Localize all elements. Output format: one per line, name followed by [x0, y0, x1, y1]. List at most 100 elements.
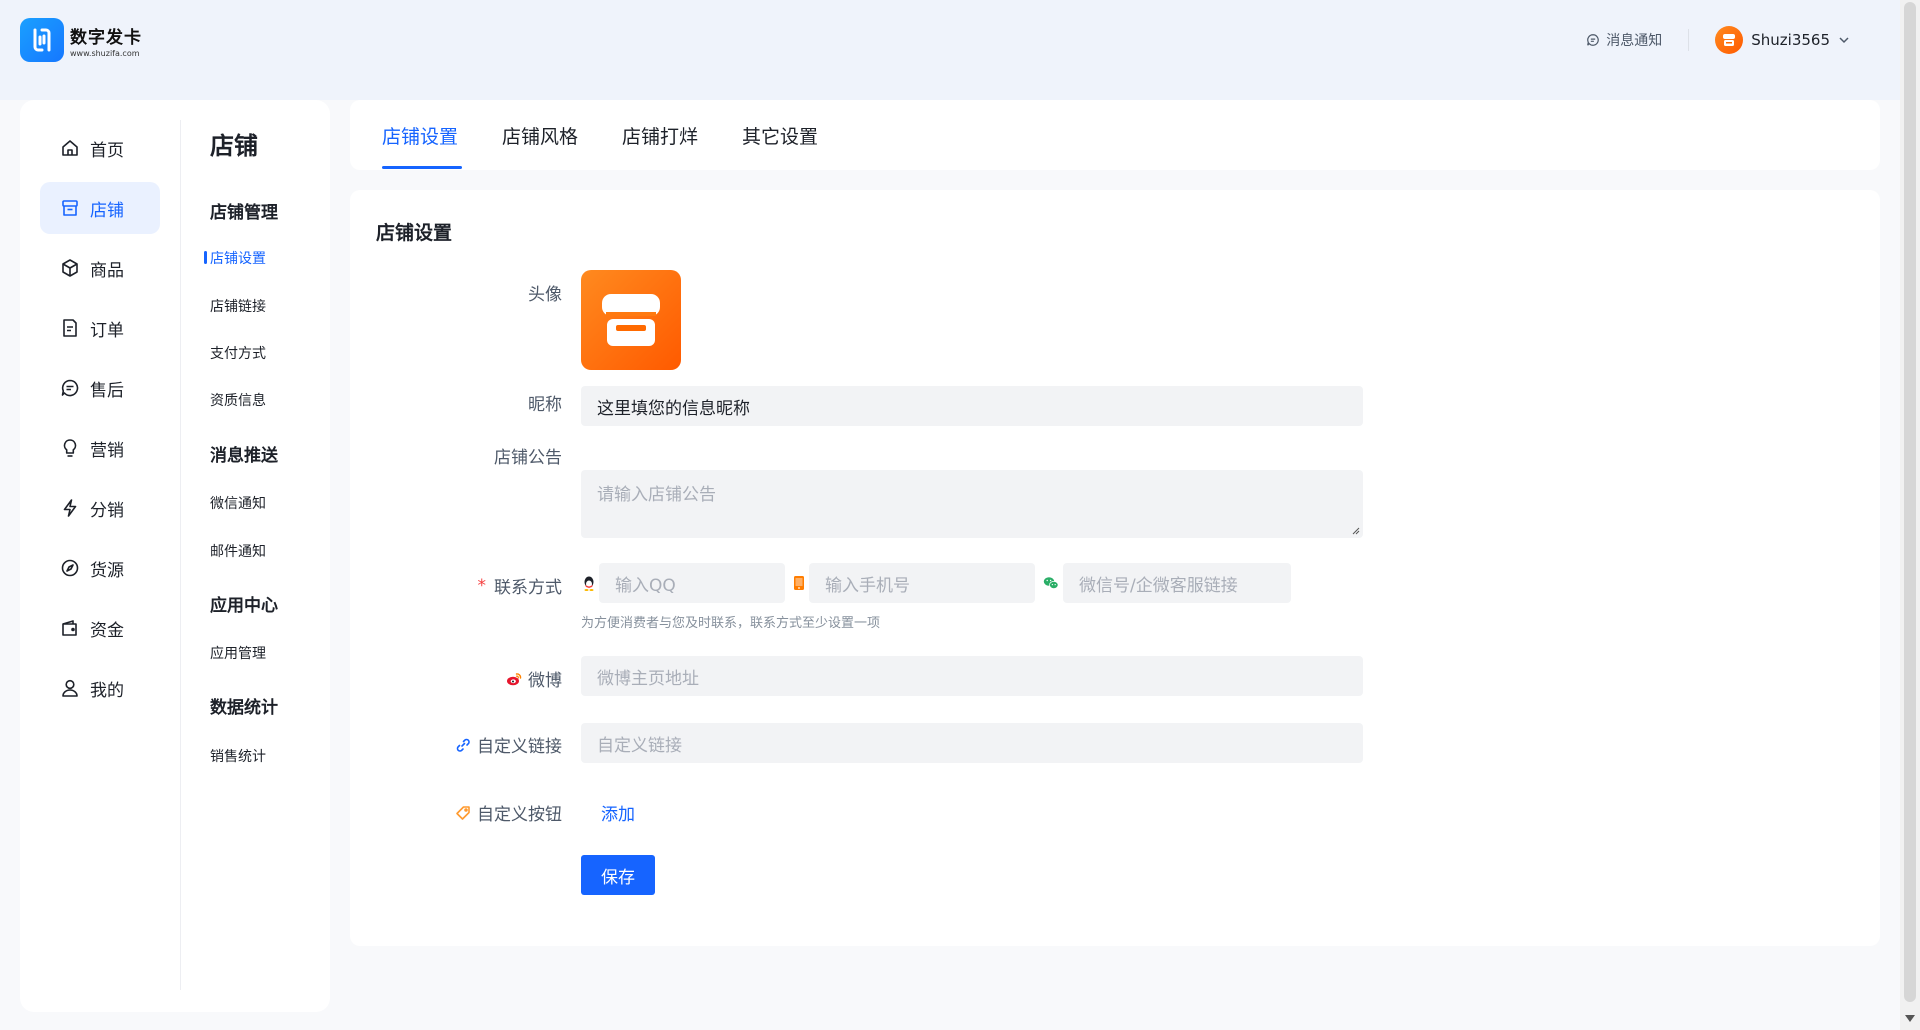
settings-tabs: 店铺设置 店铺风格 店铺打烊 其它设置 [350, 100, 1880, 170]
store-notice-placeholder: 请输入店铺公告 [597, 485, 716, 505]
nav-item-funds[interactable]: 资金 [40, 602, 160, 654]
resize-handle-icon[interactable] [1352, 527, 1360, 535]
nickname-label: 昵称 [528, 390, 562, 415]
weibo-label-text: 微博 [528, 671, 562, 691]
phone-input[interactable]: 输入手机号 [809, 563, 1035, 603]
contact-hint: 为方便消费者与您及时联系，联系方式至少设置一项 [581, 616, 881, 631]
user-menu[interactable]: Shuzi3565 [1715, 26, 1850, 54]
nav-item-mine[interactable]: 我的 [40, 662, 160, 714]
bulb-icon [63, 439, 77, 457]
submenu-item-app-manage[interactable]: 应用管理 [210, 643, 266, 663]
submenu-item-store-settings[interactable]: 店铺设置 [204, 248, 266, 268]
main-nav: 首页 店铺 商品 订单 售后 营销 分销 货源 资金 我的 [40, 122, 160, 722]
order-icon [63, 319, 77, 337]
message-notice-label: 消息通知 [1606, 33, 1663, 49]
weibo-placeholder: 微博主页地址 [597, 668, 699, 689]
nav-item-aftersale[interactable]: 售后 [40, 362, 160, 414]
nav-item-label: 货源 [90, 560, 124, 581]
nav-item-label: 我的 [90, 680, 124, 701]
phone-icon [794, 576, 804, 590]
submenu-title: 店铺 [210, 132, 258, 160]
store-settings-form: 店铺设置 头像 昵称 这里填您的信息昵称 店铺公告 请输入店铺公告 * 联系方式… [350, 190, 1880, 946]
tab-store-settings[interactable]: 店铺设置 [382, 122, 458, 149]
avatar-label: 头像 [528, 280, 562, 305]
nav-item-label: 店铺 [90, 200, 124, 221]
contact-label: * 联系方式 [477, 573, 563, 599]
submenu-item-sales-stats[interactable]: 销售统计 [210, 746, 266, 766]
message-notice-button[interactable]: 消息通知 [1586, 29, 1690, 51]
store-icon [62, 200, 78, 216]
weibo-input[interactable]: 微博主页地址 [581, 656, 1363, 696]
header-actions: 消息通知 Shuzi3565 [1586, 22, 1850, 58]
sidebar: 首页 店铺 商品 订单 售后 营销 分销 货源 资金 我的 店铺 店铺管理 店铺… [20, 100, 330, 1012]
message-icon [1587, 34, 1600, 46]
custom-button-label: 自定义按钮 [455, 800, 562, 825]
tab-store-closed[interactable]: 店铺打烊 [622, 122, 698, 149]
store-notice-textarea[interactable]: 请输入店铺公告 [581, 470, 1363, 538]
wechat-input[interactable]: 微信号/企微客服链接 [1063, 563, 1291, 603]
user-avatar [1715, 26, 1744, 54]
custom-link-label-text: 自定义链接 [477, 737, 562, 757]
nav-item-sourcing[interactable]: 货源 [40, 542, 160, 594]
nav-item-orders[interactable]: 订单 [40, 302, 160, 354]
sidebar-divider [180, 120, 181, 990]
submenu-group-title: 数据统计 [210, 698, 278, 718]
add-custom-button-link[interactable]: 添加 [601, 800, 635, 825]
submenu-item-payment[interactable]: 支付方式 [210, 343, 266, 363]
tab-other-settings[interactable]: 其它设置 [742, 122, 818, 149]
section-title: 店铺设置 [376, 222, 453, 244]
qq-placeholder: 输入QQ [615, 575, 676, 596]
nav-item-distribution[interactable]: 分销 [40, 482, 160, 534]
box-icon [62, 259, 78, 277]
nickname-value: 这里填您的信息昵称 [597, 398, 750, 419]
nickname-label-text: 昵称 [528, 395, 562, 415]
store-avatar-icon [602, 294, 660, 346]
nav-item-marketing[interactable]: 营销 [40, 422, 160, 474]
weibo-label: 微博 [506, 666, 562, 691]
submenu-item-store-link[interactable]: 店铺链接 [210, 296, 266, 316]
nav-item-label: 首页 [90, 140, 124, 161]
store-notice-label: 店铺公告 [494, 443, 562, 468]
submenu-group-title: 消息推送 [210, 446, 278, 466]
submenu-group-title: 店铺管理 [210, 203, 278, 223]
custom-button-label-text: 自定义按钮 [477, 805, 562, 825]
chat-icon [61, 379, 79, 397]
nav-item-label: 分销 [90, 500, 124, 521]
avatar-label-text: 头像 [528, 285, 562, 305]
page-scrollbar[interactable] [1900, 0, 1920, 1030]
submenu-item-email-notice[interactable]: 邮件通知 [210, 541, 266, 561]
store-notice-label-text: 店铺公告 [494, 448, 562, 468]
lightning-icon [63, 499, 77, 517]
qq-input[interactable]: 输入QQ [599, 563, 785, 603]
qq-icon [584, 576, 594, 591]
scrollbar-thumb[interactable] [1904, 2, 1916, 1002]
active-tab-indicator [382, 166, 462, 169]
submenu-item-qualification[interactable]: 资质信息 [210, 390, 266, 410]
nav-item-label: 售后 [90, 380, 124, 401]
scroll-down-arrow-icon[interactable] [1905, 1015, 1915, 1022]
tab-store-style[interactable]: 店铺风格 [502, 122, 578, 149]
nav-item-store[interactable]: 店铺 [40, 182, 160, 234]
phone-placeholder: 输入手机号 [825, 575, 910, 596]
nav-item-products[interactable]: 商品 [40, 242, 160, 294]
nav-item-home[interactable]: 首页 [40, 122, 160, 174]
compass-icon [61, 559, 79, 577]
username: Shuzi3565 [1751, 31, 1830, 49]
brand-logo[interactable]: 数字发卡 www.shuzifa.com [20, 18, 142, 62]
required-mark: * [477, 575, 487, 596]
page: 数字发卡 www.shuzifa.com 消息通知 Shuzi3565 首页 店… [0, 0, 1900, 1030]
store-avatar-icon [1723, 34, 1736, 46]
submenu-item-wechat-notice[interactable]: 微信通知 [210, 493, 266, 513]
home-icon [62, 140, 78, 156]
nav-item-label: 订单 [90, 320, 124, 341]
custom-link-placeholder: 自定义链接 [597, 735, 682, 756]
store-avatar-upload[interactable] [581, 270, 681, 370]
custom-link-input[interactable]: 自定义链接 [581, 723, 1363, 763]
nickname-input[interactable]: 这里填您的信息昵称 [581, 386, 1363, 426]
link-icon [456, 738, 470, 752]
user-icon [62, 679, 78, 697]
save-button[interactable]: 保存 [581, 855, 655, 895]
wechat-icon [1043, 577, 1059, 589]
wechat-placeholder: 微信号/企微客服链接 [1079, 575, 1238, 596]
nav-item-label: 资金 [90, 620, 124, 641]
